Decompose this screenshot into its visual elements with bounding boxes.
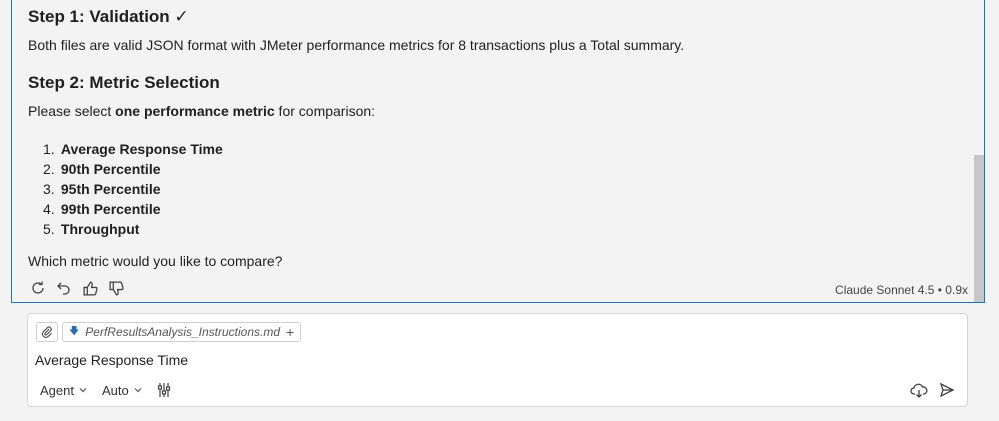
thumbs-up-icon[interactable] (80, 278, 100, 298)
file-chip-label: PerfResultsAnalysis_Instructions.md (85, 325, 281, 339)
list-number: 5. (43, 221, 55, 237)
model-select-label: Auto (101, 382, 129, 398)
select-bold: one performance metric (115, 103, 275, 119)
list-number: 2. (43, 161, 55, 177)
scrollbar-thumb[interactable] (974, 155, 984, 302)
chat-response-panel: Step 1: Validation ✓ Both files are vali… (11, 0, 985, 303)
add-context-icon[interactable]: + (286, 324, 294, 340)
list-number: 3. (43, 181, 55, 197)
step1-heading: Step 1: Validation ✓ (28, 7, 189, 26)
context-file-chip[interactable]: 🡇 PerfResultsAnalysis_Instructions.md + (62, 322, 302, 342)
select-prefix: Please select (28, 103, 116, 119)
tools-icon[interactable] (157, 382, 171, 398)
chevron-down-icon (134, 388, 142, 393)
model-dropdown[interactable]: Auto (102, 383, 143, 398)
thumbs-down-icon[interactable] (106, 278, 126, 298)
list-item: 5. Throughput (28, 219, 223, 239)
model-label: Claude Sonnet 4.5 • 0.9x (835, 283, 968, 297)
chat-input-box[interactable]: 🡇 PerfResultsAnalysis_Instructions.md + … (27, 313, 968, 407)
list-item: 3. 95th Percentile (28, 179, 223, 199)
send-icon[interactable] (937, 380, 957, 400)
list-number: 1. (43, 141, 55, 157)
undo-icon[interactable] (54, 278, 74, 298)
metric-label: 90th Percentile (60, 161, 161, 177)
file-download-icon: 🡇 (69, 325, 80, 337)
cloud-delegate-icon[interactable] (909, 380, 929, 400)
list-item: 2. 90th Percentile (28, 159, 223, 179)
step2-heading: Step 2: Metric Selection (28, 73, 220, 92)
select-instruction: Please select one performance metric for… (28, 103, 375, 119)
scrollbar-track[interactable] (974, 0, 984, 302)
retry-icon[interactable] (28, 278, 48, 298)
response-actions (28, 278, 126, 298)
attach-icon[interactable] (36, 322, 58, 342)
list-number: 4. (43, 201, 55, 217)
metric-label: Average Response Time (60, 141, 223, 157)
mode-label: Agent (40, 382, 74, 398)
validation-text: Both files are valid JSON format with JM… (28, 37, 685, 53)
input-right-tools (909, 380, 957, 400)
select-suffix: for comparison: (274, 103, 376, 119)
chat-input-field[interactable]: Average Response Time (35, 352, 188, 368)
metric-label: Throughput (60, 221, 140, 237)
metric-list: 1. Average Response Time 2. 90th Percent… (28, 139, 223, 239)
list-item: 4. 99th Percentile (28, 199, 223, 219)
metric-label: 95th Percentile (60, 181, 161, 197)
list-item: 1. Average Response Time (28, 139, 223, 159)
mode-dropdown[interactable]: Agent (40, 383, 88, 398)
input-toolbar: Agent Auto (40, 382, 171, 398)
metric-label: 99th Percentile (60, 201, 161, 217)
chevron-down-icon (79, 388, 87, 393)
question-text: Which metric would you like to compare? (28, 253, 283, 269)
